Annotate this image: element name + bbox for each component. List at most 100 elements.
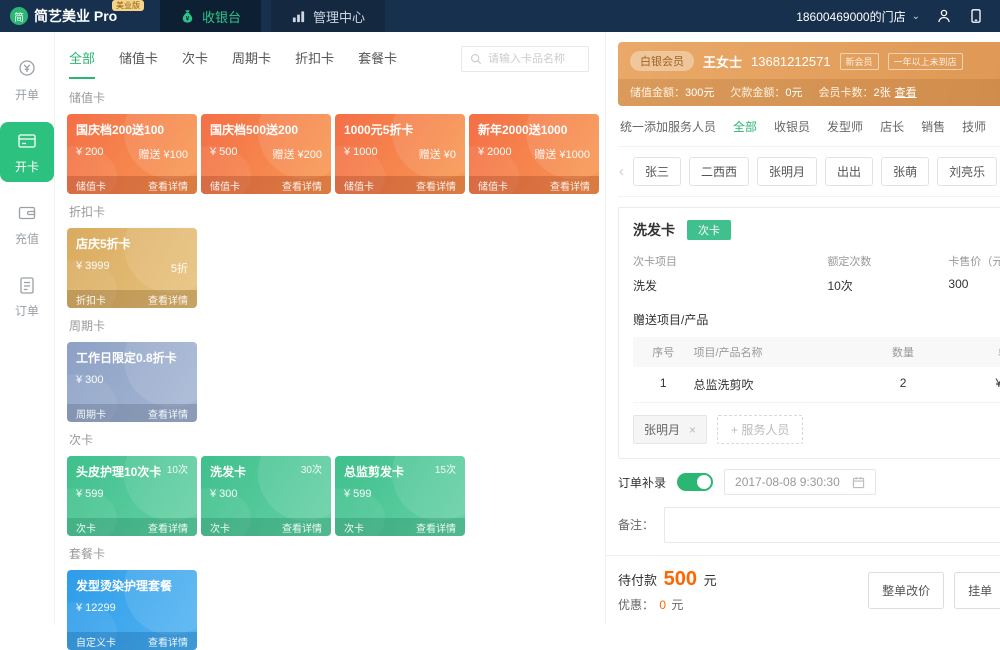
staff-chip[interactable]: 张萌 xyxy=(881,157,929,186)
card-price: ¥ 599 xyxy=(344,488,372,500)
card-price: ¥ 500 xyxy=(210,146,238,162)
card-title: 国庆档500送200 xyxy=(210,123,298,137)
staff-chip[interactable]: 二西西 xyxy=(689,157,749,186)
card-item[interactable]: 工作日限定0.8折卡 ¥ 300 周期卡查看详情 xyxy=(67,342,197,422)
card-item[interactable]: 1000元5折卡 ¥ 1000赠送 ¥0 储值卡查看详情 xyxy=(335,114,465,194)
filter-sales[interactable]: 销售 xyxy=(921,118,945,135)
card-title: 新年2000送1000 xyxy=(478,123,567,137)
card-extra: 赠送 ¥100 xyxy=(138,146,188,162)
view-detail-link[interactable]: 查看详情 xyxy=(148,178,188,193)
view-detail-link[interactable]: 查看详情 xyxy=(282,178,322,193)
view-detail-link[interactable]: 查看详情 xyxy=(416,520,456,535)
card-icon xyxy=(16,130,38,152)
filter-stylist[interactable]: 发型师 xyxy=(827,118,863,135)
card-item[interactable]: 国庆档200送100 ¥ 200赠送 ¥100 储值卡查看详情 xyxy=(67,114,197,194)
sidebar-item-open-card[interactable]: 开卡 xyxy=(0,122,54,182)
prev-arrow-icon[interactable]: ‹ xyxy=(618,164,625,179)
tab-package-card[interactable]: 套餐卡 xyxy=(358,48,397,79)
sidebar-item-orders[interactable]: 订单 xyxy=(0,266,54,326)
tab-management[interactable]: 管理中心 xyxy=(271,0,385,32)
view-detail-link[interactable]: 查看详情 xyxy=(148,292,188,307)
col-header: 卡售价（元） xyxy=(948,253,1000,269)
staff-chip[interactable]: 出出 xyxy=(825,157,873,186)
order-footer: 订单补录 2017-08-08 9:30:30 备注： 待付款 500 元 优惠… xyxy=(618,465,1000,613)
card-badge: 10次 xyxy=(167,465,188,479)
pay-unit: 元 xyxy=(704,573,717,588)
tab-period-card[interactable]: 周期卡 xyxy=(232,48,271,79)
gift-name: 总监洗剪吹 xyxy=(693,376,853,393)
section-title: 折扣卡 xyxy=(69,203,591,220)
card-price: ¥ 3999 xyxy=(76,260,110,276)
top-nav: ¥ 收银台 管理中心 xyxy=(160,0,395,32)
member-tag: 新会员 xyxy=(840,53,879,70)
col-header: 项目/产品名称 xyxy=(693,344,853,360)
card-item[interactable]: 新年2000送1000 ¥ 2000赠送 ¥1000 储值卡查看详情 xyxy=(469,114,599,194)
col-header: 额定次数 xyxy=(827,253,948,269)
stat-label: 欠款金额： xyxy=(730,87,785,99)
view-detail-link[interactable]: 查看详情 xyxy=(416,178,456,193)
selected-card-detail: ✕ 洗发卡 次卡 次卡项目 额定次数 卡售价（元） 洗发 10次 300 赠送项… xyxy=(618,207,1000,459)
gift-table-header: 序号 项目/产品名称 数量 单价 xyxy=(633,337,1000,367)
discount-unit: 元 xyxy=(671,598,683,612)
backfill-toggle[interactable] xyxy=(677,473,713,491)
note-input[interactable] xyxy=(664,507,1000,543)
stored-cards-row: 国庆档200送100 ¥ 200赠送 ¥100 储值卡查看详情 国庆档500送2… xyxy=(67,114,591,194)
remove-staff-icon[interactable]: × xyxy=(689,423,696,437)
hold-order-button[interactable]: 挂单 xyxy=(954,572,1000,609)
card-title: 1000元5折卡 xyxy=(344,123,413,137)
staff-chip[interactable]: 刘亮乐 xyxy=(937,157,997,186)
filter-all[interactable]: 全部 xyxy=(733,118,757,135)
filter-manager[interactable]: 店长 xyxy=(880,118,904,135)
order-panel: 白银会员 王女士 13681212571 新会员 一年以上未到店 VIP 储值金… xyxy=(605,32,1000,625)
card-item[interactable]: 店庆5折卡 ¥ 39995折 折扣卡查看详情 xyxy=(67,228,197,308)
assigned-staff-chip[interactable]: 张明月 × xyxy=(633,415,707,444)
col-header: 次卡项目 xyxy=(633,253,827,269)
view-detail-link[interactable]: 查看详情 xyxy=(148,634,188,649)
card-type: 储值卡 xyxy=(478,178,508,193)
phone-icon[interactable] xyxy=(968,8,984,24)
gift-section-title: 赠送项目/产品 xyxy=(633,311,1000,328)
card-price: ¥ 1000 xyxy=(344,146,378,162)
sidebar-item-recharge[interactable]: 充值 xyxy=(0,194,54,254)
view-cards-link[interactable]: 查看 xyxy=(895,87,917,99)
filter-cashier[interactable]: 收银员 xyxy=(774,118,810,135)
sidebar-item-label: 订单 xyxy=(15,302,39,319)
card-item[interactable]: 头皮护理10次卡10次 ¥ 599 次卡查看详情 xyxy=(67,456,197,536)
card-price: ¥ 599 xyxy=(76,488,104,500)
view-detail-link[interactable]: 查看详情 xyxy=(550,178,590,193)
date-input[interactable]: 2017-08-08 9:30:30 xyxy=(724,469,876,495)
tab-stored-card[interactable]: 储值卡 xyxy=(119,48,158,79)
staff-chip[interactable]: 张三 xyxy=(633,157,681,186)
add-staff-button[interactable]: + 服务人员 xyxy=(717,415,803,444)
discount-label: 优惠： xyxy=(618,598,654,612)
table-row: 1 总监洗剪吹 2 ¥128 xyxy=(633,367,1000,403)
view-detail-link[interactable]: 查看详情 xyxy=(148,520,188,535)
card-item[interactable]: 总监剪发卡15次 ¥ 599 次卡查看详情 xyxy=(335,456,465,536)
tab-discount-card[interactable]: 折扣卡 xyxy=(295,48,334,79)
sidebar-item-open-order[interactable]: 开单 xyxy=(0,50,54,110)
detail-columns: 次卡项目 额定次数 卡售价（元） xyxy=(633,253,1000,269)
search-input[interactable] xyxy=(488,53,580,65)
staff-chip[interactable]: 张明月 xyxy=(757,157,817,186)
tab-all[interactable]: 全部 xyxy=(69,48,95,79)
card-item[interactable]: 国庆档500送200 ¥ 500赠送 ¥200 储值卡查看详情 xyxy=(201,114,331,194)
tab-count-card[interactable]: 次卡 xyxy=(182,48,208,79)
filter-technician[interactable]: 技师 xyxy=(962,118,986,135)
card-type: 自定义卡 xyxy=(76,634,116,649)
card-item[interactable]: 发型烫染护理套餐 ¥ 12299 自定义卡查看详情 xyxy=(67,570,197,650)
stat-label: 储值金额： xyxy=(630,87,685,99)
detail-count: 10次 xyxy=(827,277,948,294)
view-detail-link[interactable]: 查看详情 xyxy=(282,520,322,535)
pay-label: 待付款 xyxy=(618,573,657,588)
view-detail-link[interactable]: 查看详情 xyxy=(148,406,188,421)
member-tag: 一年以上未到店 xyxy=(888,53,963,70)
user-icon[interactable] xyxy=(936,8,952,24)
app-title: 简艺美业 Pro xyxy=(34,6,117,26)
logo-icon: 简 xyxy=(10,7,28,25)
change-price-button[interactable]: 整单改价 xyxy=(868,572,944,609)
gift-qty: 2 xyxy=(853,376,952,393)
store-selector[interactable]: 18600469000的门店 ⌄ xyxy=(796,8,920,25)
tab-cashier[interactable]: ¥ 收银台 xyxy=(160,0,261,32)
card-item[interactable]: 洗发卡30次 ¥ 300 次卡查看详情 xyxy=(201,456,331,536)
detail-price: 300 xyxy=(948,277,1000,294)
